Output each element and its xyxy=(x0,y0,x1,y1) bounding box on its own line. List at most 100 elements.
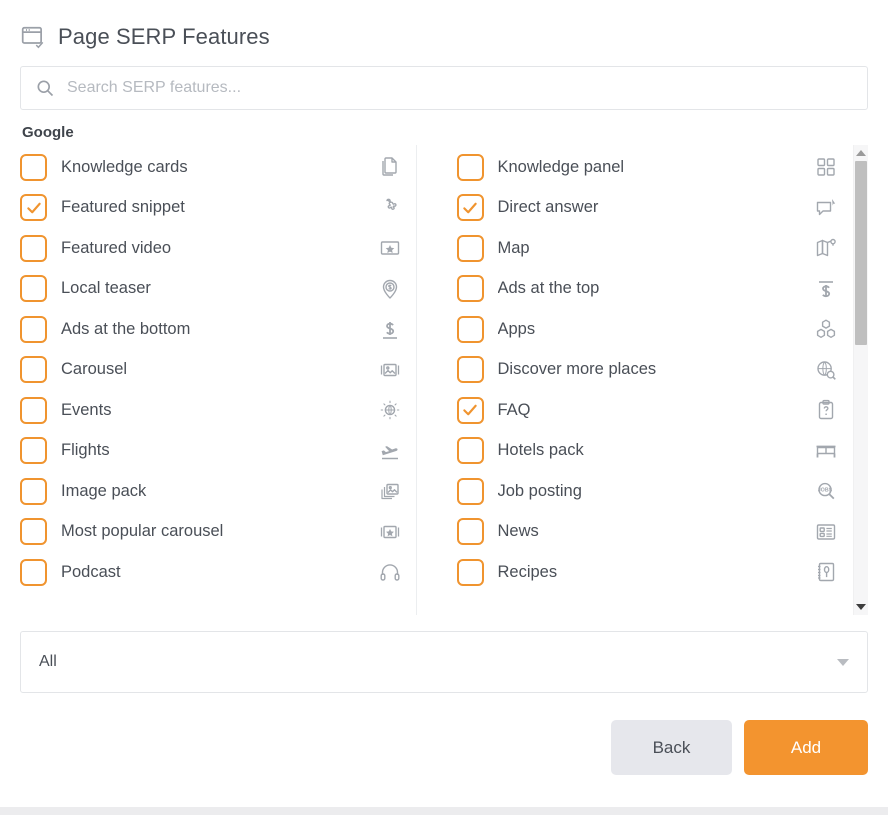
feature-checkbox[interactable] xyxy=(20,558,47,586)
feature-row[interactable]: Carousel xyxy=(20,350,402,391)
feature-label: News xyxy=(497,522,539,541)
features-column-right: Knowledge panel Direct answer Map Ads at th… xyxy=(417,145,839,615)
dollar-underline-icon xyxy=(382,322,397,340)
search-icon xyxy=(37,80,54,97)
feature-row[interactable]: Direct answer xyxy=(456,188,839,229)
grid-squares-icon xyxy=(817,158,835,176)
feature-row[interactable]: Recipes xyxy=(456,552,839,593)
feature-row[interactable]: Image pack xyxy=(20,471,402,512)
feature-checkbox[interactable] xyxy=(456,234,484,262)
feature-row[interactable]: Job posting JOBS xyxy=(456,471,839,512)
feature-row[interactable]: Flights xyxy=(20,431,402,472)
dialog-header: Page SERP Features xyxy=(0,0,888,60)
features-column-left: Knowledge cards Featured snippet Featured … xyxy=(20,145,417,615)
feature-label: Carousel xyxy=(61,360,128,379)
feature-label: Local teaser xyxy=(61,279,151,298)
feature-checkbox[interactable] xyxy=(456,477,484,505)
headphones-icon xyxy=(380,564,400,581)
feature-label: Job posting xyxy=(497,481,582,500)
feature-checkbox[interactable] xyxy=(456,558,484,586)
airplane-icon xyxy=(381,445,398,459)
star-in-box-icon xyxy=(380,241,399,255)
search-input[interactable] xyxy=(67,67,853,109)
recipe-book-icon xyxy=(818,563,835,582)
feature-row[interactable]: Local teaser xyxy=(20,269,402,310)
feature-checkbox[interactable] xyxy=(20,396,47,424)
feature-row[interactable]: Discover more places xyxy=(456,350,839,391)
feature-row[interactable]: Podcast xyxy=(20,552,402,593)
features-scrollbar[interactable] xyxy=(853,145,868,615)
feature-checkbox[interactable] xyxy=(456,315,484,343)
feature-row[interactable]: Ads at the top xyxy=(456,269,839,310)
feature-label: Image pack xyxy=(61,481,147,500)
feature-checkbox[interactable] xyxy=(20,315,47,343)
news-article-icon xyxy=(816,524,836,540)
feature-row[interactable]: Map xyxy=(456,228,839,269)
feature-row[interactable]: Hotels pack xyxy=(456,431,839,472)
feature-label: Featured video xyxy=(61,238,172,257)
speech-bubble-cursor-icon xyxy=(816,198,836,215)
feature-checkbox[interactable] xyxy=(456,153,484,181)
feature-checkbox[interactable] xyxy=(20,194,47,222)
scrollbar-up-arrow[interactable] xyxy=(854,145,869,161)
jobs-search-icon: JOBS xyxy=(818,483,835,500)
feature-label: FAQ xyxy=(497,400,531,419)
feature-row[interactable]: News xyxy=(456,512,839,553)
feature-checkbox[interactable] xyxy=(20,518,47,546)
feature-row[interactable]: Featured snippet xyxy=(20,188,402,229)
feature-label: Map xyxy=(497,238,530,257)
serp-features-dialog: Page SERP Features Google Knowledge card… xyxy=(0,0,888,815)
star-carousel-icon xyxy=(380,525,399,538)
feature-row[interactable]: Most popular carousel xyxy=(20,512,402,553)
feature-row[interactable]: Knowledge panel xyxy=(456,147,839,188)
dialog-footer: Back Add xyxy=(0,693,888,775)
feature-row[interactable]: FAQ xyxy=(456,390,839,431)
filter-select-value: All xyxy=(39,653,57,670)
feature-checkbox[interactable] xyxy=(20,437,47,465)
clipboard-question-icon xyxy=(818,400,834,420)
feature-checkbox[interactable] xyxy=(456,396,484,424)
feature-checkbox[interactable] xyxy=(456,275,484,303)
dollar-pin-icon xyxy=(382,279,397,299)
svg-text:JOBS: JOBS xyxy=(818,488,833,494)
scrollbar-down-arrow[interactable] xyxy=(854,599,869,615)
feature-checkbox[interactable] xyxy=(456,437,484,465)
feature-row[interactable]: Featured video xyxy=(20,228,402,269)
feature-row[interactable]: Events xyxy=(20,390,402,431)
feature-label: Knowledge cards xyxy=(61,157,188,176)
page-title: Page SERP Features xyxy=(58,24,270,49)
cubes-icon xyxy=(816,319,836,339)
feature-checkbox[interactable] xyxy=(456,194,484,222)
features-list-region: Knowledge cards Featured snippet Featured … xyxy=(20,145,868,615)
add-button[interactable]: Add xyxy=(744,720,868,775)
feature-label: Featured snippet xyxy=(61,198,185,217)
filter-select[interactable]: All xyxy=(20,631,868,693)
image-carousel-icon xyxy=(380,363,399,376)
feature-row[interactable]: Knowledge cards xyxy=(20,147,402,188)
feature-row[interactable]: Ads at the bottom xyxy=(20,309,402,350)
feature-label: Podcast xyxy=(61,562,121,581)
feature-checkbox[interactable] xyxy=(20,153,47,181)
puzzle-piece-icon xyxy=(385,198,397,210)
browser-check-icon xyxy=(21,26,44,49)
map-pin-icon xyxy=(816,239,836,257)
feature-label: Recipes xyxy=(497,562,558,581)
feature-checkbox[interactable] xyxy=(20,477,47,505)
feature-label: Hotels pack xyxy=(497,441,584,460)
feature-checkbox[interactable] xyxy=(456,518,484,546)
feature-label: Discover more places xyxy=(497,360,657,379)
feature-checkbox[interactable] xyxy=(456,356,484,384)
features-columns: Knowledge cards Featured snippet Featured … xyxy=(20,145,868,615)
scrollbar-track[interactable] xyxy=(854,161,869,599)
back-button[interactable]: Back xyxy=(611,720,732,775)
feature-checkbox[interactable] xyxy=(20,234,47,262)
feature-checkbox[interactable] xyxy=(20,275,47,303)
globe-search-icon xyxy=(817,361,836,380)
search-box[interactable] xyxy=(20,66,868,110)
feature-label: Apps xyxy=(497,319,536,338)
feature-label: Direct answer xyxy=(497,198,599,217)
feature-checkbox[interactable] xyxy=(20,356,47,384)
scrollbar-thumb[interactable] xyxy=(854,161,867,345)
image-stack-icon xyxy=(380,484,399,500)
feature-row[interactable]: Apps xyxy=(456,309,839,350)
